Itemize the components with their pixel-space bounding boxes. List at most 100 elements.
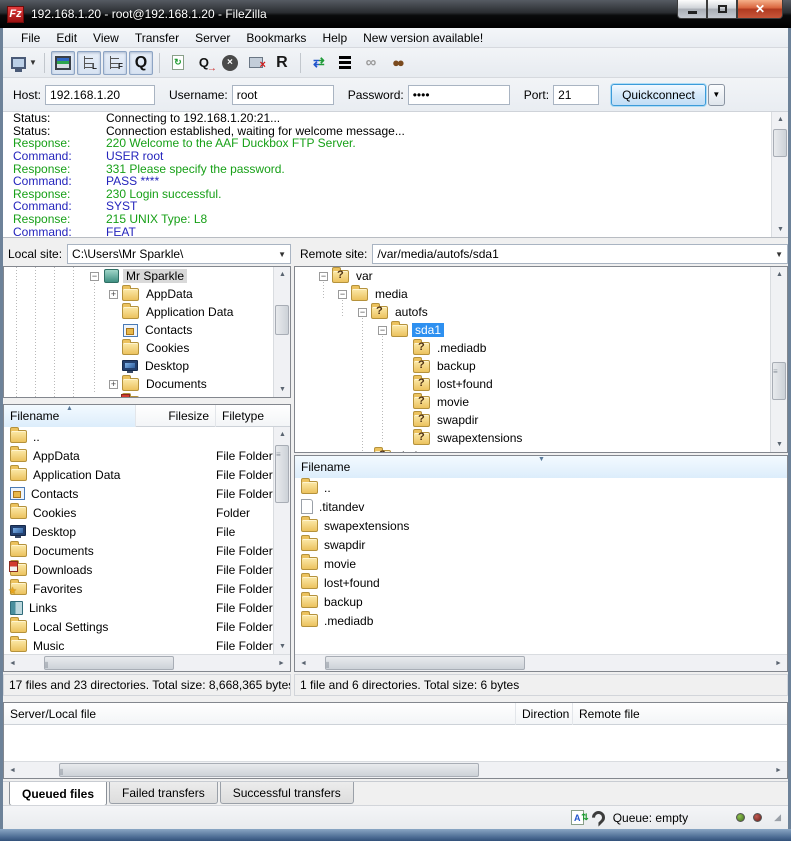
expand-icon[interactable]: + — [109, 290, 118, 299]
tree-item-sda1[interactable]: −sda1 — [295, 321, 787, 339]
file-row[interactable]: MusicFile Folder — [4, 636, 273, 654]
column-header-remote-file[interactable]: Remote file — [573, 703, 693, 725]
scroll-up-icon[interactable]: ▲ — [274, 427, 291, 442]
port-input[interactable] — [553, 85, 599, 105]
menu-transfer[interactable]: Transfer — [127, 29, 187, 47]
local-site-combobox[interactable]: C:\Users\Mr Sparkle\▼ — [67, 244, 291, 264]
column-header-filesize[interactable]: Filesize — [136, 405, 216, 427]
tree-item-media[interactable]: −media — [295, 285, 787, 303]
file-row[interactable]: DocumentsFile Folder — [4, 541, 273, 560]
column-header-server-local-file[interactable]: Server/Local file — [4, 703, 516, 725]
file-row[interactable]: .. — [4, 427, 273, 446]
local-tree-scrollbar[interactable]: ▲ ▼ — [273, 267, 290, 397]
process-queue-button[interactable]: Q→ — [192, 51, 216, 75]
tab-failed-transfers[interactable]: Failed transfers — [109, 782, 218, 804]
scroll-up-icon[interactable]: ▲ — [771, 267, 788, 282]
log-scrollbar[interactable]: ▲ ▼ — [771, 112, 788, 237]
resize-grip[interactable]: ◢ — [774, 812, 782, 823]
collapse-icon[interactable]: − — [358, 308, 367, 317]
file-row[interactable]: swapdir — [295, 535, 787, 554]
column-header-direction[interactable]: Direction — [516, 703, 573, 725]
tree-item-var[interactable]: −var — [295, 267, 787, 285]
file-row[interactable]: Application DataFile Folder — [4, 465, 273, 484]
host-input[interactable] — [45, 85, 155, 105]
tree-item-cookies[interactable]: Cookies — [4, 339, 290, 357]
file-row[interactable]: FavoritesFile Folder — [4, 579, 273, 598]
close-button[interactable]: ✕ — [737, 0, 783, 19]
scroll-down-icon[interactable]: ▼ — [771, 437, 788, 452]
toggle-remote-tree-button[interactable]: F — [103, 51, 127, 75]
scroll-left-icon[interactable]: ◄ — [4, 763, 21, 778]
scroll-right-icon[interactable]: ► — [273, 656, 290, 671]
tree-item-downloads[interactable]: +Downloads — [4, 393, 290, 398]
tree-item-swapextensions[interactable]: swapextensions — [295, 429, 787, 447]
tree-item-swapdir[interactable]: swapdir — [295, 411, 787, 429]
file-row[interactable]: Local SettingsFile Folder — [4, 617, 273, 636]
tree-item-lost-found[interactable]: lost+found — [295, 375, 787, 393]
remote-site-combobox[interactable]: /var/media/autofs/sda1▼ — [372, 244, 788, 264]
file-row[interactable]: LinksFile Folder — [4, 598, 273, 617]
collapse-icon[interactable]: − — [378, 326, 387, 335]
file-row[interactable]: movie — [295, 554, 787, 573]
toggle-log-button[interactable] — [51, 51, 75, 75]
listening-icon[interactable] — [589, 808, 607, 826]
tree-item-backup[interactable]: backup — [295, 357, 787, 375]
site-manager-button[interactable]: ▼ — [10, 51, 38, 75]
tree-item-appdata[interactable]: +AppData — [4, 285, 290, 303]
directory-comparison-button[interactable] — [333, 51, 357, 75]
menu-view[interactable]: View — [85, 29, 127, 47]
menu-help[interactable]: Help — [314, 29, 355, 47]
scroll-left-icon[interactable]: ◄ — [4, 656, 21, 671]
file-row[interactable]: swapextensions — [295, 516, 787, 535]
password-input[interactable] — [408, 85, 510, 105]
column-header-filename[interactable]: Filename▼ — [295, 456, 787, 478]
quickconnect-button[interactable]: Quickconnect — [611, 84, 706, 106]
cancel-button[interactable]: × — [218, 51, 242, 75]
tree-item-autofs[interactable]: −autofs — [295, 303, 787, 321]
minimize-button[interactable] — [677, 0, 707, 19]
collapse-icon[interactable]: − — [338, 290, 347, 299]
title-bar[interactable]: Fz 192.168.1.20 - root@192.168.1.20 - Fi… — [0, 0, 791, 28]
file-row[interactable]: backup — [295, 592, 787, 611]
collapse-icon[interactable]: − — [319, 272, 328, 281]
scroll-down-icon[interactable]: ▼ — [772, 222, 788, 237]
file-row[interactable]: DesktopFile — [4, 522, 273, 541]
filename-filters-button[interactable]: ∞ — [359, 51, 383, 75]
file-row[interactable]: lost+found — [295, 573, 787, 592]
toggle-queue-button[interactable]: Q — [129, 51, 153, 75]
scroll-up-icon[interactable]: ▲ — [274, 267, 291, 282]
tree-item-mediadb[interactable]: .mediadb — [295, 339, 787, 357]
scroll-right-icon[interactable]: ► — [770, 763, 787, 778]
remote-list-hscrollbar[interactable]: ◄ ► ⫴ — [295, 654, 787, 671]
file-row[interactable]: CookiesFolder — [4, 503, 273, 522]
tree-item-documents[interactable]: +Documents — [4, 375, 290, 393]
reconnect-button[interactable]: R — [270, 51, 294, 75]
tree-item-mr-sparkle[interactable]: −Mr Sparkle — [4, 267, 290, 285]
file-row[interactable]: .mediadb — [295, 611, 787, 630]
expand-icon[interactable]: + — [109, 380, 118, 389]
tree-item-movie[interactable]: movie — [295, 393, 787, 411]
scroll-right-icon[interactable]: ► — [770, 656, 787, 671]
sync-browsing-button[interactable]: ⇄ — [307, 51, 331, 75]
local-list-scrollbar[interactable]: ▲ ▼ ≡ — [273, 427, 290, 654]
column-header-filetype[interactable]: Filetype — [216, 405, 275, 427]
username-input[interactable] — [232, 85, 334, 105]
menu-bookmarks[interactable]: Bookmarks — [238, 29, 314, 47]
scroll-down-icon[interactable]: ▼ — [274, 382, 291, 397]
tab-successful-transfers[interactable]: Successful transfers — [220, 782, 354, 804]
scroll-down-icon[interactable]: ▼ — [274, 639, 291, 654]
file-row[interactable]: AppDataFile Folder — [4, 446, 273, 465]
tree-item-desktop[interactable]: Desktop — [4, 357, 290, 375]
tree-item-application-data[interactable]: Application Data — [4, 303, 290, 321]
maximize-button[interactable] — [707, 0, 737, 19]
transfer-type-icon[interactable]: A — [571, 810, 584, 825]
refresh-button[interactable]: ↻ — [166, 51, 190, 75]
scroll-up-icon[interactable]: ▲ — [772, 112, 788, 127]
queue-hscrollbar[interactable]: ◄ ► ⫴ — [4, 761, 787, 778]
toggle-local-tree-button[interactable]: L — [77, 51, 101, 75]
disconnect-button[interactable]: × — [244, 51, 268, 75]
menu-edit[interactable]: Edit — [48, 29, 85, 47]
file-search-button[interactable]: ●● — [385, 51, 409, 75]
file-row[interactable]: DownloadsFile Folder — [4, 560, 273, 579]
file-row[interactable]: .. — [295, 478, 787, 497]
